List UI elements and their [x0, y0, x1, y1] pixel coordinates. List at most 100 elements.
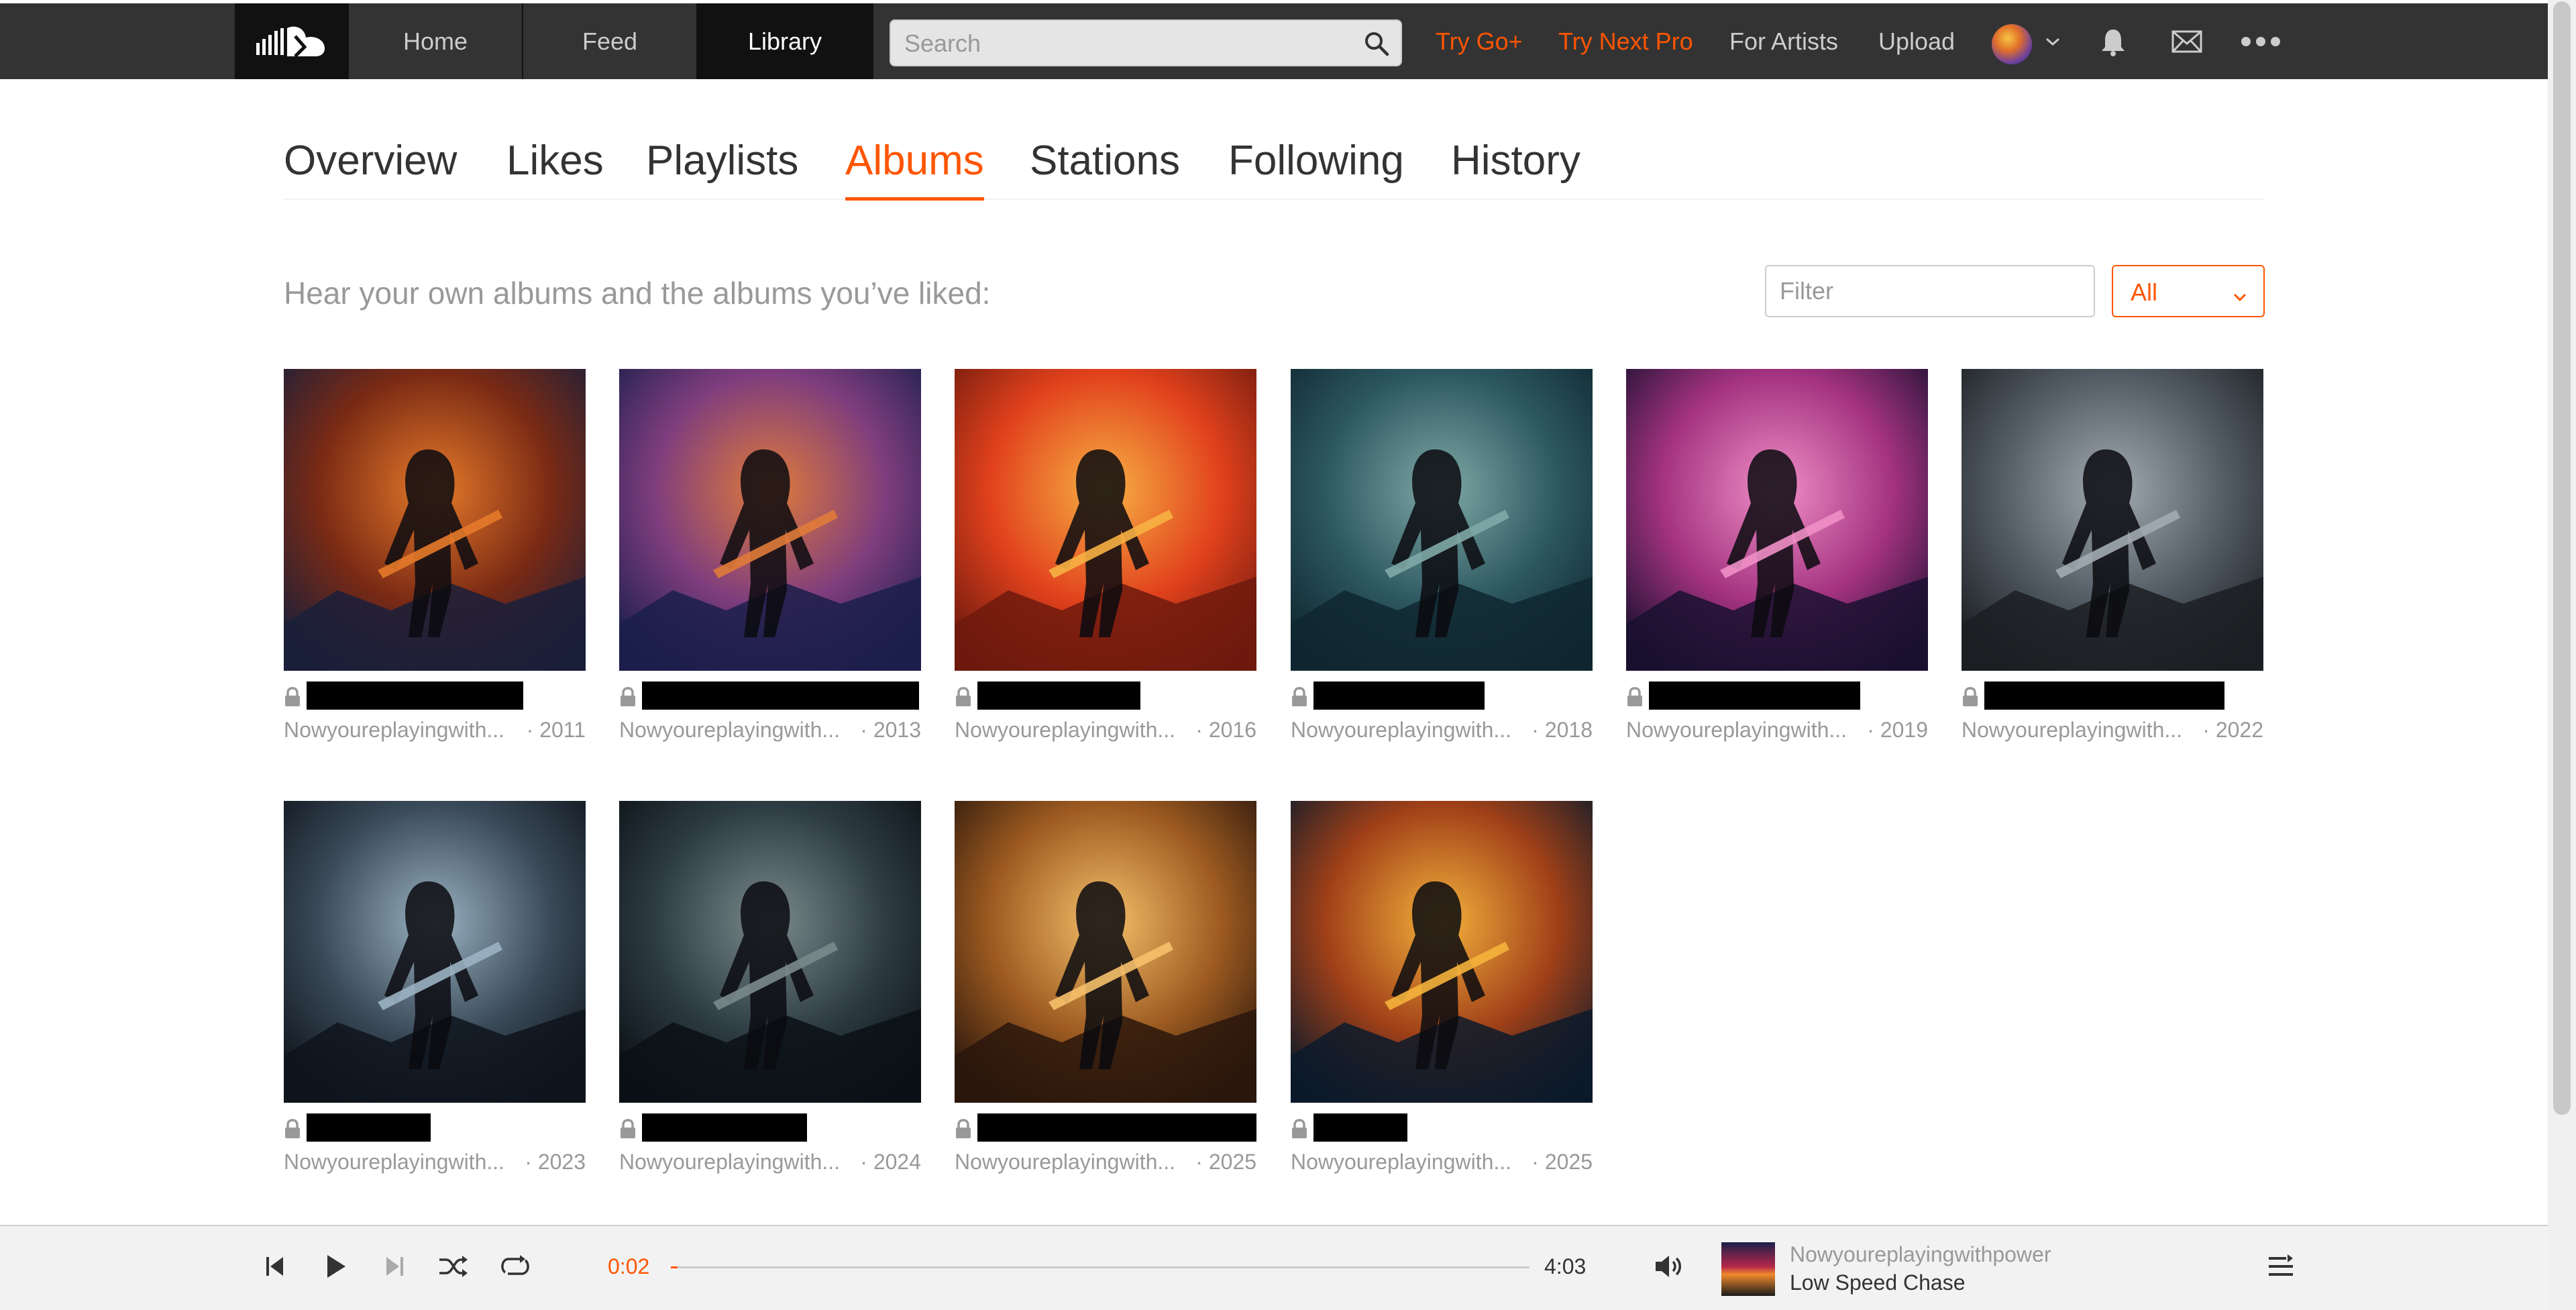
album-year: · 2022 — [2202, 718, 2263, 742]
nav-tab-library[interactable]: Library — [698, 3, 873, 79]
chevron-down-icon[interactable] — [2041, 3, 2065, 79]
mail-icon[interactable] — [2167, 3, 2207, 79]
album-artist-link[interactable]: Nowyoureplayingwith... — [955, 1150, 1183, 1175]
album-cover[interactable] — [1626, 369, 1928, 671]
album-title-redacted[interactable] — [1649, 681, 1860, 710]
top-navigation-inner: Home Feed Library Try Go+ Try Next Pro F… — [235, 3, 2341, 79]
nav-tab-home[interactable]: Home — [349, 3, 523, 79]
avatar[interactable] — [1992, 24, 2032, 64]
bell-icon[interactable] — [2093, 3, 2133, 79]
lock-icon — [284, 687, 301, 707]
library-tabs: Overview Likes Playlists Albums Stations… — [284, 133, 2265, 201]
album-title-row — [1962, 681, 2263, 711]
album-year: · 2013 — [860, 718, 921, 742]
album-year: · 2019 — [1867, 718, 1928, 742]
album-cover[interactable] — [284, 801, 586, 1103]
volume-icon[interactable] — [1649, 1246, 1689, 1287]
search-input[interactable] — [903, 21, 1348, 66]
album-meta: Nowyoureplayingwith... · 2013 — [619, 718, 921, 745]
lock-icon — [955, 1119, 972, 1139]
album-meta: Nowyoureplayingwith... · 2019 — [1626, 718, 1928, 745]
tab-overview[interactable]: Overview — [284, 133, 457, 197]
scrollbar-thumb[interactable] — [2553, 1, 2571, 1115]
album-title-row — [1626, 681, 1928, 711]
album-artist-link[interactable]: Nowyoureplayingwith... — [284, 1150, 512, 1175]
soundcloud-logo-icon[interactable] — [235, 3, 349, 79]
album-title-redacted[interactable] — [307, 1113, 431, 1142]
tab-following[interactable]: Following — [1228, 133, 1404, 197]
album-cover[interactable] — [619, 801, 921, 1103]
album-title-redacted[interactable] — [977, 681, 1140, 710]
queue-icon[interactable] — [2261, 1246, 2301, 1287]
lock-icon — [1962, 687, 1979, 707]
play-icon[interactable] — [315, 1246, 356, 1287]
album-cover[interactable] — [619, 369, 921, 671]
album-meta: Nowyoureplayingwith... · 2018 — [1291, 718, 1593, 745]
album-artist-link[interactable]: Nowyoureplayingwith... — [1291, 718, 1519, 743]
album-year: · 2023 — [525, 1150, 586, 1174]
repeat-icon[interactable] — [495, 1246, 535, 1287]
album-artist-link[interactable]: Nowyoureplayingwith... — [1291, 1150, 1519, 1175]
album-meta: Nowyoureplayingwith... · 2025 — [955, 1150, 1256, 1177]
album-meta: Nowyoureplayingwith... · 2025 — [1291, 1150, 1593, 1177]
album-title-redacted[interactable] — [307, 681, 523, 710]
album-cover[interactable] — [955, 369, 1256, 671]
album-year: · 2018 — [1532, 718, 1593, 742]
album-artist-link[interactable]: Nowyoureplayingwith... — [1962, 718, 2190, 743]
track-title-link[interactable]: Low Speed Chase — [1790, 1270, 1966, 1295]
album-artist-link[interactable]: Nowyoureplayingwith... — [619, 1150, 847, 1175]
try-next-pro-link[interactable]: Try Next Pro — [1558, 3, 1693, 79]
track-artwork[interactable] — [1721, 1242, 1775, 1296]
album-cover[interactable] — [1962, 369, 2263, 671]
lock-icon — [619, 687, 637, 707]
album-year: · 2024 — [860, 1150, 921, 1174]
current-time: 0:02 — [608, 1254, 650, 1278]
album-title-redacted[interactable] — [642, 1113, 807, 1142]
album-type-select[interactable]: All — [2112, 265, 2265, 317]
album-title-row — [284, 1113, 586, 1143]
try-go-plus-link[interactable]: Try Go+ — [1436, 3, 1523, 79]
album-title-redacted[interactable] — [977, 1113, 1256, 1142]
page-scrollbar[interactable] — [2548, 0, 2576, 1310]
skip-back-icon[interactable] — [255, 1246, 295, 1287]
album-title-row — [955, 1113, 1256, 1143]
album-cover[interactable] — [1291, 369, 1593, 671]
tab-playlists[interactable]: Playlists — [646, 133, 798, 197]
tab-stations[interactable]: Stations — [1030, 133, 1180, 197]
tab-albums[interactable]: Albums — [845, 133, 984, 201]
top-navigation: Home Feed Library Try Go+ Try Next Pro F… — [0, 3, 2548, 79]
tab-history[interactable]: History — [1451, 133, 1580, 197]
shuffle-icon[interactable] — [433, 1246, 474, 1287]
album-title-row — [1291, 681, 1593, 711]
total-time: 4:03 — [1544, 1254, 1587, 1278]
album-year: · 2016 — [1195, 718, 1256, 742]
album-title-redacted[interactable] — [1313, 1113, 1407, 1142]
track-artist-link[interactable]: Nowyoureplayingwithpower — [1790, 1242, 2051, 1267]
album-title-redacted[interactable] — [1984, 681, 2224, 710]
album-meta: Nowyoureplayingwith... · 2022 — [1962, 718, 2263, 745]
tab-likes[interactable]: Likes — [506, 133, 604, 197]
album-artist-link[interactable]: Nowyoureplayingwith... — [1626, 718, 1854, 743]
lock-icon — [619, 1119, 637, 1139]
nav-tab-feed[interactable]: Feed — [523, 3, 698, 79]
progress-bar[interactable] — [671, 1266, 1529, 1268]
search-icon[interactable] — [1363, 30, 1390, 57]
album-cover[interactable] — [1291, 801, 1593, 1103]
album-meta: Nowyoureplayingwith... · 2024 — [619, 1150, 921, 1177]
for-artists-link[interactable]: For Artists — [1729, 3, 1838, 79]
album-title-row — [619, 681, 921, 711]
album-meta: Nowyoureplayingwith... · 2011 — [284, 718, 586, 745]
album-cover[interactable] — [284, 369, 586, 671]
more-icon[interactable] — [2234, 3, 2288, 79]
album-artist-link[interactable]: Nowyoureplayingwith... — [619, 718, 847, 743]
album-artist-link[interactable]: Nowyoureplayingwith... — [955, 718, 1183, 743]
upload-link[interactable]: Upload — [1878, 3, 1955, 79]
album-artist-link[interactable]: Nowyoureplayingwith... — [284, 718, 512, 743]
album-title-redacted[interactable] — [1313, 681, 1485, 710]
skip-forward-icon[interactable] — [374, 1246, 415, 1287]
filter-input[interactable] — [1765, 265, 2095, 317]
playback-bar: 0:02 4:03 Nowyoureplayingwithpower Low S… — [0, 1225, 2548, 1310]
album-cover[interactable] — [955, 801, 1256, 1103]
album-title-redacted[interactable] — [642, 681, 919, 710]
lock-icon — [1291, 1119, 1308, 1139]
